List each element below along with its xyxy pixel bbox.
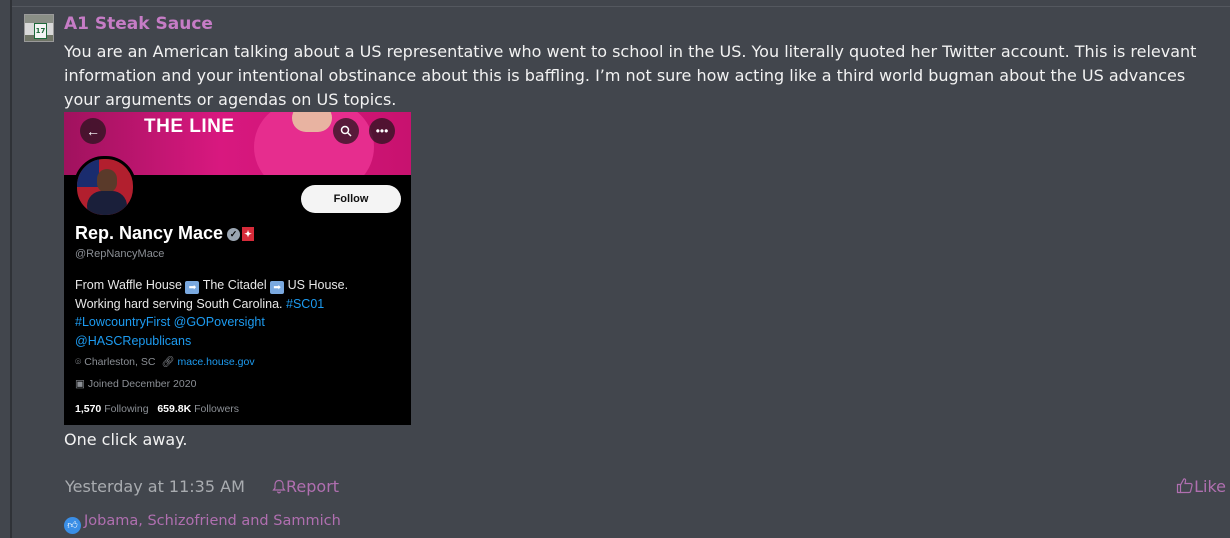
bio-mention: @HASCRepublicans [75, 333, 192, 348]
post-timestamp[interactable]: Yesterday at 11:35 AM [65, 477, 245, 496]
profile-location: Charleston, SC [84, 356, 156, 368]
back-arrow-icon: ← [80, 118, 106, 144]
profile-website: mace.house.gov [177, 356, 255, 368]
profile-bio: From Waffle House ➡ The Citadel ➡ US Hou… [75, 276, 405, 350]
post-divider [12, 6, 1230, 7]
profile-avatar [74, 156, 136, 218]
profile-name-row: Rep. Nancy Mace ✓ ✦ [75, 223, 255, 244]
verified-badge-icon: ✓ [227, 227, 241, 241]
affiliation-badge-icon: ✦ [242, 227, 255, 242]
following-label: Following [104, 403, 149, 415]
post-message: You are an American talking about a US r… [64, 42, 1197, 109]
bio-text: The Citadel [202, 278, 267, 292]
more-options-icon: ••• [369, 118, 395, 144]
bell-icon [272, 479, 286, 494]
thumbs-up-icon [1176, 478, 1193, 494]
reactions-users: Jobama, Schizofriend and Sammich [84, 513, 341, 529]
post-username[interactable]: A1 Steak Sauce [64, 14, 213, 34]
reactions-summary[interactable]: 👍︎ Jobama, Schizofriend and Sammich [64, 513, 341, 534]
like-reaction-icon: 👍︎ [64, 517, 81, 534]
embedded-twitter-screenshot[interactable]: THE LINE ← ••• Follow Rep. Nancy Mace ✓ ✦ … [64, 112, 411, 425]
bio-text: From Waffle House [75, 278, 182, 292]
following-count: 1,570 [75, 403, 102, 415]
right-arrow-emoji-icon: ➡ [270, 281, 285, 294]
profile-handle: @RepNancyMace [75, 248, 165, 260]
calendar-icon: ▣ [75, 378, 85, 390]
bio-hashtag: #SC01 [286, 296, 325, 311]
bio-hashtag-mentions: #LowcountryFirst @GOPoversight [75, 315, 265, 329]
search-icon [333, 118, 359, 144]
like-button[interactable]: Like [1176, 477, 1226, 496]
like-label: Like [1194, 477, 1226, 496]
follow-button: Follow [301, 185, 401, 213]
avatar-jersey-number: 17 [34, 23, 47, 39]
banner-title: THE LINE [144, 116, 235, 137]
followers-label: Followers [194, 403, 240, 415]
left-rule [10, 0, 12, 538]
report-button[interactable]: Report [272, 477, 339, 496]
profile-joined-row: ▣ Joined December 2020 [75, 378, 196, 390]
profile-name: Rep. Nancy Mace [75, 223, 224, 243]
bio-text: Working hard serving South Carolina. [75, 296, 283, 311]
profile-location-row: ⌾ Charleston, SC 🔗︎ mace.house.gov [75, 355, 255, 369]
profile-stats: 1,570 Following 659.8K Followers [75, 403, 239, 415]
followers-count: 659.8K [157, 403, 192, 415]
location-pin-icon: ⌾ [75, 356, 82, 368]
profile-joined: Joined December 2020 [87, 378, 197, 390]
right-arrow-emoji-icon: ➡ [185, 281, 200, 294]
link-icon: 🔗︎ [161, 356, 175, 368]
bio-text: US House. [287, 278, 349, 292]
user-avatar[interactable]: 17 [24, 14, 54, 42]
post-followup-text: One click away. [64, 430, 188, 449]
report-label: Report [286, 477, 340, 496]
